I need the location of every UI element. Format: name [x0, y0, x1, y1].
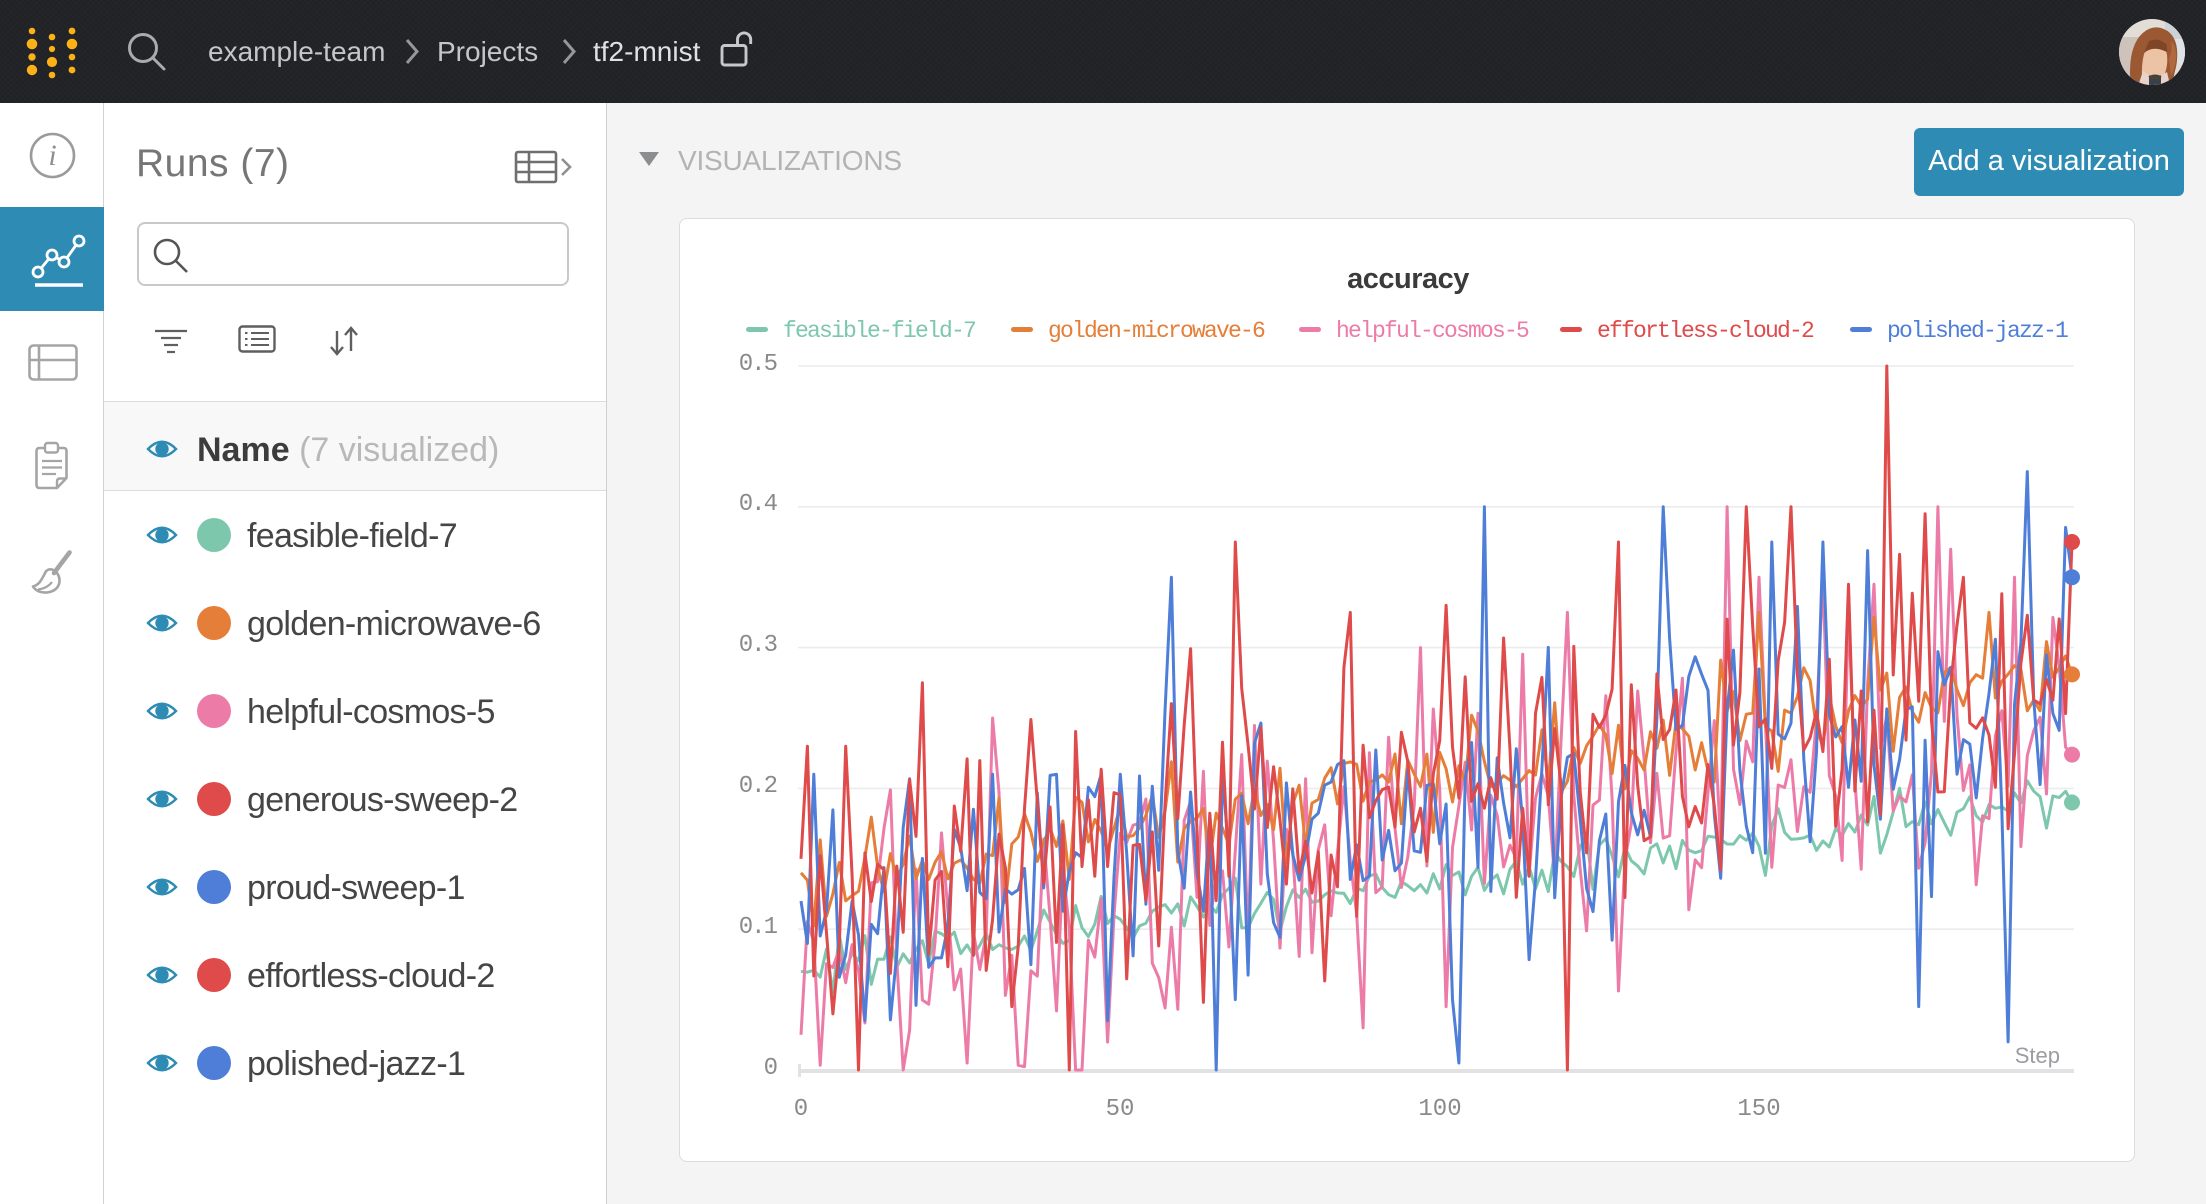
svg-text:i: i: [48, 139, 56, 172]
